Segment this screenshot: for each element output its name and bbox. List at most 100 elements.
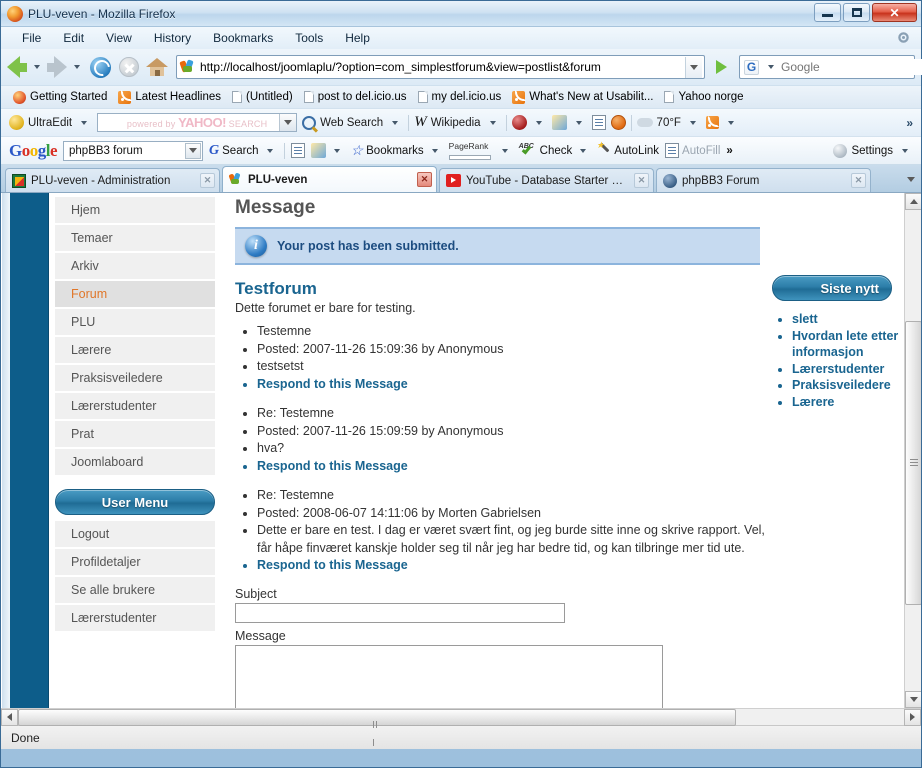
gear-icon[interactable]	[896, 30, 911, 45]
web-search-button[interactable]: Web Search	[302, 115, 403, 130]
sidebar-item-forum[interactable]: Forum	[55, 281, 215, 307]
sidebar-item-prat[interactable]: Prat	[55, 421, 215, 447]
tab-youtube-database-starter[interactable]: YouTube - Database Starter Ki... ✕	[439, 168, 654, 192]
chevron-down-icon[interactable]	[392, 120, 399, 125]
search-engine-dropdown-icon[interactable]	[768, 65, 774, 69]
chevron-down-icon[interactable]	[727, 120, 734, 125]
message-input[interactable]	[235, 644, 663, 708]
bookmark-untitled[interactable]: (Untitled)	[228, 90, 297, 104]
sidebar-item-profildetaljer[interactable]: Profildetaljer	[55, 549, 215, 575]
yahoo-notes-button[interactable]	[591, 115, 606, 130]
close-button[interactable]: ✕	[872, 3, 917, 22]
stop-button[interactable]	[119, 57, 139, 77]
yahoo-mail-button[interactable]	[511, 115, 547, 130]
chevron-down-icon[interactable]	[81, 120, 88, 125]
menu-view[interactable]: View	[95, 29, 143, 47]
sidebar-item-temaer[interactable]: Temaer	[55, 225, 215, 251]
page-vertical-scrollbar[interactable]	[904, 193, 921, 708]
respond-link[interactable]: Respond to this Message	[257, 376, 772, 394]
tab-list-dropdown-icon[interactable]	[904, 170, 918, 188]
bookmark-post-to-delicious[interactable]: post to del.icio.us	[300, 90, 411, 104]
sidebar-item-joomlaboard[interactable]: Joomlaboard	[55, 449, 215, 475]
scroll-down-button[interactable]	[905, 691, 921, 708]
tab-close-icon[interactable]: ✕	[200, 173, 215, 188]
sidebar-item-laererstudenter-user[interactable]: Lærerstudenter	[55, 605, 215, 631]
respond-link[interactable]: Respond to this Message	[257, 557, 772, 575]
tab-phpbb3-forum[interactable]: phpBB3 Forum ✕	[656, 168, 871, 192]
bookmark-my-delicious[interactable]: my del.icio.us	[414, 90, 506, 104]
yahoo-search-dropdown-icon[interactable]	[279, 114, 297, 131]
yahoo-toolbar-overflow[interactable]: »	[906, 116, 913, 130]
sidebar-item-laererstudenter[interactable]: Lærerstudenter	[55, 393, 215, 419]
scroll-up-button[interactable]	[905, 193, 921, 210]
google-search-engine-icon[interactable]: G	[744, 59, 759, 75]
sidebar-item-plu[interactable]: PLU	[55, 309, 215, 335]
weather-button[interactable]: 70°F	[636, 117, 701, 129]
news-item[interactable]: Lærerstudenter	[792, 361, 904, 378]
url-dropdown-icon[interactable]	[685, 56, 702, 78]
google-settings-button[interactable]: Settings	[833, 143, 913, 158]
horizontal-scroll-thumb[interactable]	[18, 708, 736, 746]
chevron-down-icon[interactable]	[431, 148, 438, 153]
google-bookmarks-button[interactable]: ☆ Bookmarks	[351, 142, 443, 159]
sidebar-item-hjem[interactable]: Hjem	[55, 197, 215, 223]
chevron-down-icon[interactable]	[489, 120, 496, 125]
bookmark-whats-new-usability[interactable]: What's New at Usabilit...	[508, 90, 657, 105]
forward-button[interactable]	[47, 56, 67, 78]
home-button[interactable]	[146, 57, 168, 77]
bookmark-yahoo-norge[interactable]: Yahoo norge	[660, 90, 747, 104]
chevron-down-icon[interactable]	[266, 148, 273, 153]
google-news-button[interactable]	[290, 143, 305, 158]
tab-close-icon[interactable]: ✕	[634, 173, 649, 188]
menu-bookmarks[interactable]: Bookmarks	[202, 29, 284, 47]
news-item[interactable]: Lærere	[792, 394, 904, 411]
forward-dropdown-icon[interactable]	[74, 65, 80, 69]
respond-link[interactable]: Respond to this Message	[257, 458, 772, 476]
page-horizontal-scrollbar[interactable]	[1, 708, 921, 746]
tab-plu-veven[interactable]: PLU-veven ✕	[222, 166, 437, 192]
maximize-button[interactable]	[843, 3, 870, 22]
google-search-input[interactable]: phpBB3 forum	[63, 140, 204, 161]
chevron-down-icon[interactable]	[535, 120, 542, 125]
news-item[interactable]: Praksisveiledere	[792, 377, 904, 394]
google-query-dropdown-icon[interactable]	[185, 142, 202, 159]
menu-file[interactable]: File	[11, 29, 52, 47]
chevron-down-icon[interactable]	[575, 120, 582, 125]
sidebar-item-se-alle-brukere[interactable]: Se alle brukere	[55, 577, 215, 603]
go-button[interactable]	[709, 55, 733, 79]
bookmark-latest-headlines[interactable]: Latest Headlines	[114, 90, 225, 105]
news-item[interactable]: slett	[792, 311, 904, 328]
subject-input[interactable]	[235, 602, 565, 623]
sidebar-item-laerere[interactable]: Lærere	[55, 337, 215, 363]
yahoo-tools-button[interactable]	[551, 115, 587, 130]
menu-edit[interactable]: Edit	[52, 29, 95, 47]
google-check-button[interactable]: ABC Check	[519, 143, 592, 158]
address-bar[interactable]: http://localhost/joomlaplu/?option=com_s…	[176, 55, 705, 79]
google-autolink-button[interactable]: AutoLink	[596, 140, 659, 158]
minimize-button[interactable]	[814, 3, 841, 22]
pagerank-indicator[interactable]: PageRank	[448, 141, 491, 160]
menu-help[interactable]: Help	[334, 29, 381, 47]
scroll-left-button[interactable]	[1, 708, 18, 726]
google-autofill-button[interactable]: AutoFill	[665, 143, 720, 158]
tab-close-icon[interactable]: ✕	[851, 173, 866, 188]
search-bar[interactable]: G	[739, 55, 922, 79]
menu-tools[interactable]: Tools	[284, 29, 334, 47]
tab-close-icon[interactable]: ✕	[417, 172, 432, 187]
google-share-button[interactable]	[310, 143, 345, 158]
bookmark-getting-started[interactable]: Getting Started	[9, 90, 111, 105]
sidebar-item-logout[interactable]: Logout	[55, 521, 215, 547]
chevron-down-icon[interactable]	[580, 148, 587, 153]
wikipedia-button[interactable]: W Wikipedia	[414, 114, 500, 131]
sidebar-item-praksisveiledere[interactable]: Praksisveiledere	[55, 365, 215, 391]
chevron-down-icon[interactable]	[902, 148, 908, 153]
yahoo-rss-button[interactable]	[705, 115, 739, 129]
chevron-down-icon[interactable]	[689, 120, 696, 125]
chevron-down-icon[interactable]	[501, 148, 508, 153]
sidebar-item-arkiv[interactable]: Arkiv	[55, 253, 215, 279]
news-item[interactable]: Hvordan lete etter informasjon	[792, 328, 904, 361]
chevron-down-icon[interactable]	[333, 148, 340, 153]
menu-history[interactable]: History	[143, 29, 202, 47]
reload-button[interactable]	[90, 56, 111, 78]
scroll-right-button[interactable]	[904, 708, 921, 726]
